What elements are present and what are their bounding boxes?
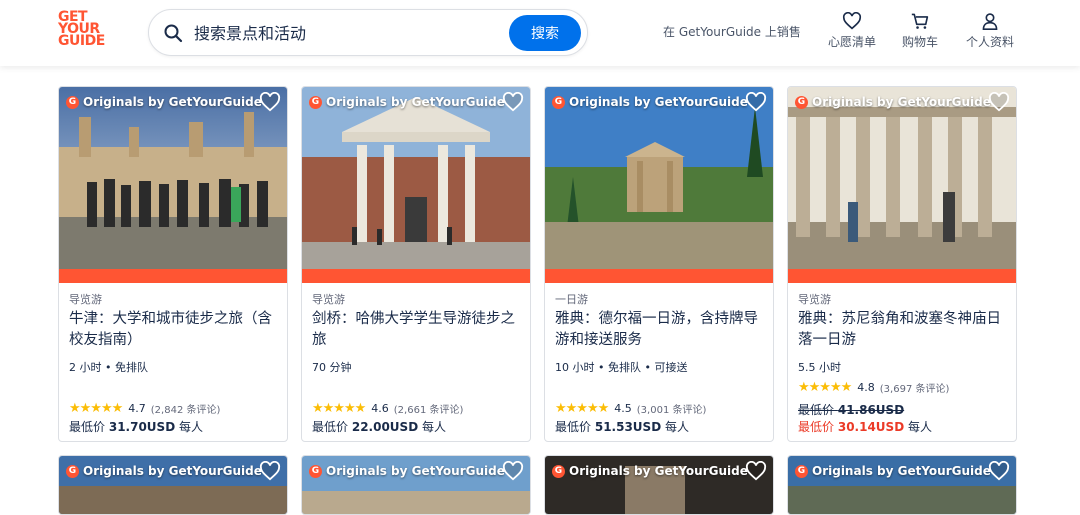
- originals-badge: G Originals by GetYourGuide: [66, 464, 262, 478]
- activity-rating: ★★★★★ 4.5 (3,001 条评论): [555, 401, 707, 416]
- star-rating-icon: ★★★★★: [555, 401, 609, 416]
- nav-profile[interactable]: 个人资料: [955, 12, 1025, 50]
- activity-title[interactable]: 牛津：大学和城市徒步之旅（含校友指南）: [69, 309, 281, 351]
- activity-card[interactable]: G Originals by GetYourGuide 导览游 牛津：大学和城市…: [58, 86, 288, 442]
- activity-card[interactable]: G Originals by GetYourGuide 导览游 剑桥：哈佛大学学…: [301, 86, 531, 442]
- gyg-g-icon: G: [552, 95, 565, 109]
- originals-badge: G Originals by GetYourGuide: [309, 95, 505, 109]
- search-button[interactable]: 搜索: [509, 15, 581, 51]
- originals-badge: G Originals by GetYourGuide: [795, 464, 991, 478]
- brand-bar: [302, 269, 530, 283]
- nav-wishlist-label: 心愿清单: [827, 35, 876, 49]
- activity-meta: 70 分钟: [312, 361, 352, 374]
- nav-wishlist[interactable]: 心愿清单: [817, 12, 887, 50]
- nav-profile-label: 个人资料: [965, 35, 1014, 49]
- activity-card[interactable]: G Originals by GetYourGuide: [58, 455, 288, 515]
- search-input[interactable]: [194, 22, 494, 44]
- star-rating-icon: ★★★★★: [798, 380, 852, 395]
- activity-card[interactable]: G Originals by GetYourGuide: [301, 455, 531, 515]
- user-icon: [982, 13, 998, 30]
- originals-badge: G Originals by GetYourGuide: [309, 464, 505, 478]
- activity-price: 最低价 51.53USD 每人: [555, 420, 689, 434]
- gyg-g-icon: G: [309, 95, 322, 109]
- activity-title[interactable]: 雅典：德尔福一日游，含持牌导游和接送服务: [555, 309, 767, 351]
- activity-card[interactable]: G Originals by GetYourGuide: [787, 455, 1017, 515]
- gyg-g-icon: G: [795, 95, 808, 109]
- gyg-g-icon: G: [66, 95, 79, 109]
- gyg-g-icon: G: [309, 464, 322, 478]
- search-bar: 搜索: [148, 9, 588, 56]
- heart-icon: [842, 12, 862, 30]
- search-icon: [164, 24, 183, 43]
- gyg-g-icon: G: [795, 464, 808, 478]
- cart-icon: [911, 13, 929, 29]
- originals-badge: G Originals by GetYourGuide: [795, 95, 991, 109]
- gyg-g-icon: G: [552, 464, 565, 478]
- activity-meta: 2 小时 • 免排队: [69, 361, 148, 374]
- activity-photo: G Originals by GetYourGuide: [545, 87, 773, 269]
- sell-link[interactable]: 在 GetYourGuide 上销售: [663, 23, 801, 40]
- originals-badge: G Originals by GetYourGuide: [66, 95, 262, 109]
- wishlist-heart-icon[interactable]: [745, 92, 767, 112]
- activity-photo: G Originals by GetYourGuide: [59, 87, 287, 269]
- wishlist-heart-icon[interactable]: [988, 461, 1010, 481]
- activity-category: 一日游: [555, 293, 588, 306]
- nav-cart[interactable]: 购物车: [885, 12, 955, 50]
- activity-rating: ★★★★★ 4.7 (2,842 条评论): [69, 401, 221, 416]
- activity-rating: ★★★★★ 4.6 (2,661 条评论): [312, 401, 464, 416]
- activity-category: 导览游: [69, 293, 102, 306]
- originals-badge: G Originals by GetYourGuide: [552, 464, 748, 478]
- nav-cart-label: 购物车: [901, 35, 938, 49]
- brand-bar: [545, 269, 773, 283]
- star-rating-icon: ★★★★★: [69, 401, 123, 416]
- wishlist-heart-icon[interactable]: [745, 461, 767, 481]
- activity-price: 最低价 30.14USD 每人: [798, 420, 932, 434]
- activity-photo: G Originals by GetYourGuide: [788, 456, 1016, 514]
- activity-card[interactable]: G Originals by GetYourGuide: [544, 455, 774, 515]
- wishlist-heart-icon[interactable]: [502, 461, 524, 481]
- activity-title[interactable]: 剑桥：哈佛大学学生导游徒步之旅: [312, 309, 524, 351]
- gyg-g-icon: G: [66, 464, 79, 478]
- brand-bar: [59, 269, 287, 283]
- activity-meta: 5.5 小时: [798, 361, 841, 374]
- getyourguide-logo[interactable]: GET YOUR GUIDE: [58, 10, 110, 48]
- activity-category: 导览游: [312, 293, 345, 306]
- activity-rating: ★★★★★ 4.8 (3,697 条评论): [798, 380, 950, 395]
- activity-title[interactable]: 雅典：苏尼翁角和波塞冬神庙日落一日游: [798, 309, 1010, 351]
- star-rating-icon: ★★★★★: [312, 401, 366, 416]
- wishlist-heart-icon[interactable]: [502, 92, 524, 112]
- activity-price: 最低价 22.00USD 每人: [312, 420, 446, 434]
- original-price: 最低价 41.86USD: [798, 403, 905, 417]
- header: GET YOUR GUIDE 搜索 在 GetYourGuide 上销售 心愿清…: [0, 0, 1080, 66]
- wishlist-heart-icon[interactable]: [259, 461, 281, 481]
- originals-badge: G Originals by GetYourGuide: [552, 95, 748, 109]
- activity-price: 最低价 31.70USD 每人: [69, 420, 203, 434]
- activity-meta: 10 小时 • 免排队 • 可接送: [555, 361, 688, 374]
- activity-photo: G Originals by GetYourGuide: [788, 87, 1016, 269]
- activity-photo: G Originals by GetYourGuide: [59, 456, 287, 514]
- activity-photo: G Originals by GetYourGuide: [302, 87, 530, 269]
- activity-card[interactable]: G Originals by GetYourGuide 一日游 雅典：德尔福一日…: [544, 86, 774, 442]
- wishlist-heart-icon[interactable]: [988, 92, 1010, 112]
- brand-bar: [788, 269, 1016, 283]
- wishlist-heart-icon[interactable]: [259, 92, 281, 112]
- activity-category: 导览游: [798, 293, 831, 306]
- activity-card[interactable]: G Originals by GetYourGuide 导览游 雅典：苏尼翁角和…: [787, 86, 1017, 442]
- activity-photo: G Originals by GetYourGuide: [545, 456, 773, 514]
- activity-photo: G Originals by GetYourGuide: [302, 456, 530, 514]
